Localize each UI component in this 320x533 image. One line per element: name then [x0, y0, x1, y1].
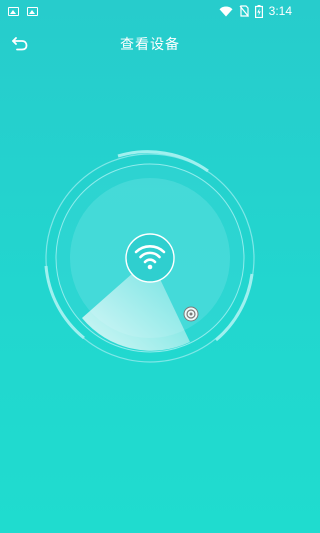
battery-charging-icon: [254, 4, 263, 18]
center-wifi-circle: [125, 233, 175, 283]
no-sim-icon: [239, 5, 249, 17]
status-left: [8, 6, 38, 16]
header: 查看设备: [0, 22, 300, 66]
wifi-icon: [219, 6, 233, 16]
status-right: 3:14: [219, 4, 292, 18]
image-icon: [27, 6, 38, 16]
radar-scanner: [44, 150, 255, 363]
status-time: 3:14: [268, 4, 292, 18]
page-title: 查看设备: [120, 37, 180, 53]
wifi-dot: [147, 264, 153, 270]
status-bar: 3:14: [0, 0, 300, 22]
device-marker-icon[interactable]: [183, 306, 199, 322]
image-icon: [8, 6, 19, 16]
